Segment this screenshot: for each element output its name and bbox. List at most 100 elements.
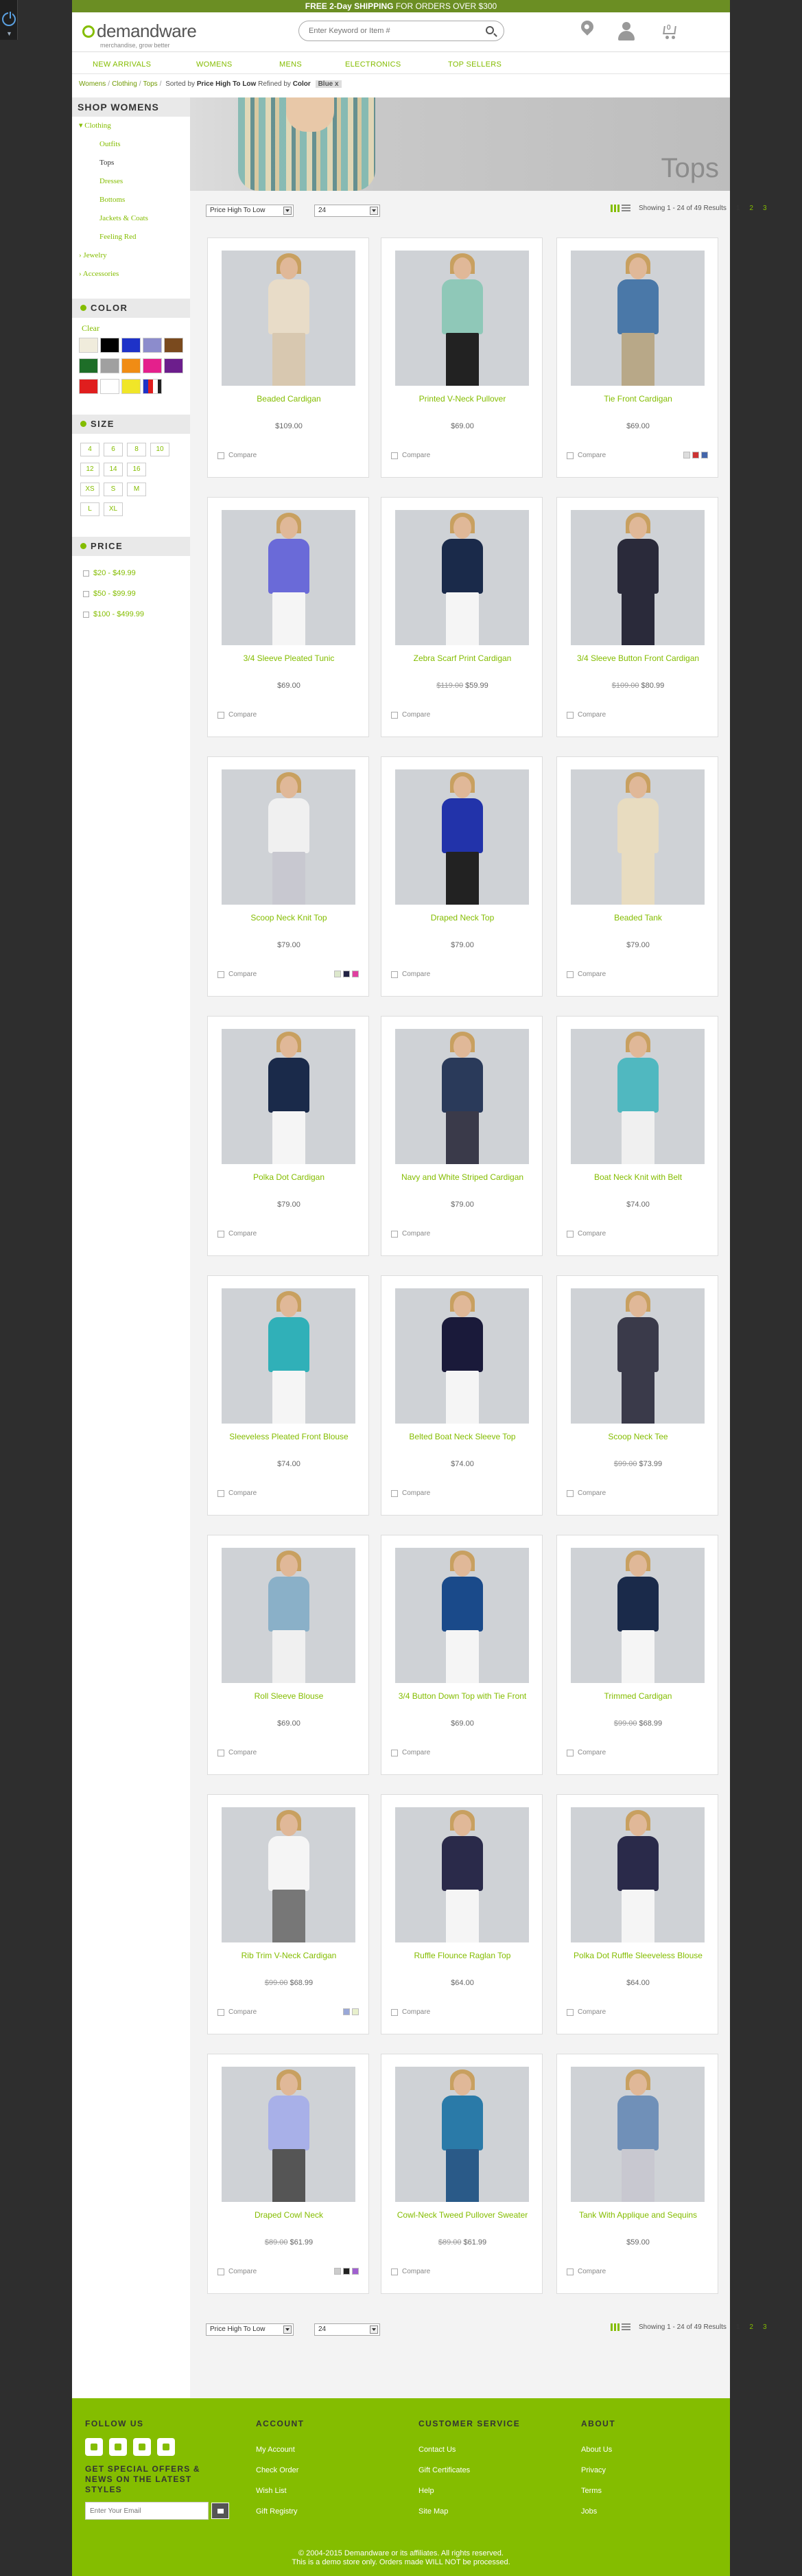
- product-name[interactable]: Sleeveless Pleated Front Blouse: [215, 1431, 363, 1442]
- checkbox[interactable]: [567, 452, 574, 459]
- breadcrumb-tops[interactable]: Tops: [143, 80, 158, 88]
- email-field[interactable]: [85, 2502, 209, 2520]
- product-name[interactable]: Beaded Tank: [564, 912, 712, 923]
- sidebar-category[interactable]: › Accessories: [72, 265, 190, 283]
- color-swatch[interactable]: [100, 379, 119, 394]
- checkbox[interactable]: [217, 1230, 224, 1238]
- price-option[interactable]: $50 - $99.99: [83, 583, 190, 604]
- product-image[interactable]: [222, 510, 355, 645]
- clear-color-link[interactable]: Clear: [72, 318, 190, 334]
- price-option[interactable]: $20 - $49.99: [83, 563, 190, 583]
- product-name[interactable]: Cowl-Neck Tweed Pullover Sweater: [388, 2209, 536, 2220]
- chevron-down-icon[interactable]: ▼: [6, 30, 12, 37]
- footer-link[interactable]: My Account: [256, 2439, 305, 2460]
- checkbox[interactable]: [567, 1749, 574, 1756]
- checkbox[interactable]: [391, 971, 398, 978]
- grid-view-icon[interactable]: [611, 205, 620, 212]
- color-swatch[interactable]: [164, 338, 183, 353]
- footer-link[interactable]: Gift Registry: [256, 2501, 305, 2522]
- checkbox[interactable]: [391, 2008, 398, 2016]
- sidebar-category[interactable]: Feeling Red: [72, 228, 190, 246]
- size-option[interactable]: 8: [127, 443, 146, 456]
- color-swatch[interactable]: [100, 338, 119, 353]
- color-swatch[interactable]: [79, 338, 98, 353]
- sidebar-category[interactable]: Dresses: [72, 172, 190, 191]
- product-tile[interactable]: Zebra Scarf Print Cardigan $119.00 $59.99 C…: [381, 497, 543, 737]
- nav-mens[interactable]: MENS: [279, 60, 302, 69]
- product-tile[interactable]: Cowl-Neck Tweed Pullover Sweater $89.00 $6…: [381, 2054, 543, 2294]
- power-icon[interactable]: [2, 10, 16, 26]
- product-name[interactable]: Rib Trim V-Neck Cardigan: [215, 1950, 363, 1961]
- product-tile[interactable]: Polka Dot Cardigan $79.00 Compare: [207, 1016, 369, 1256]
- product-image[interactable]: [571, 2067, 705, 2202]
- account-icon[interactable]: [617, 22, 635, 41]
- compare-checkbox[interactable]: Compare: [391, 971, 430, 978]
- compare-checkbox[interactable]: Compare: [217, 452, 257, 459]
- product-tile[interactable]: Ruffle Flounce Raglan Top $64.00 Compare: [381, 1794, 543, 2034]
- size-option[interactable]: XS: [80, 483, 99, 496]
- browser-side-tab[interactable]: ▼: [0, 0, 18, 40]
- product-image[interactable]: [222, 769, 355, 905]
- remove-refinement-icon[interactable]: x: [335, 80, 339, 88]
- product-name[interactable]: Boat Neck Knit with Belt: [564, 1172, 712, 1183]
- checkbox[interactable]: [217, 452, 224, 459]
- product-image[interactable]: [222, 1288, 355, 1424]
- color-chip[interactable]: [334, 971, 341, 977]
- compare-checkbox[interactable]: Compare: [217, 971, 257, 978]
- footer-link[interactable]: Site Map: [418, 2501, 520, 2522]
- product-name[interactable]: Scoop Neck Tee: [564, 1431, 712, 1442]
- compare-checkbox[interactable]: Compare: [567, 711, 606, 719]
- compare-checkbox[interactable]: Compare: [391, 2008, 430, 2016]
- nav-new-arrivals[interactable]: NEW ARRIVALS: [93, 60, 151, 69]
- footer-link[interactable]: About Us: [581, 2439, 615, 2460]
- product-tile[interactable]: Draped Neck Top $79.00 Compare: [381, 756, 543, 997]
- compare-checkbox[interactable]: Compare: [217, 1489, 257, 1497]
- footer-link[interactable]: Contact Us: [418, 2439, 520, 2460]
- product-tile[interactable]: Scoop Neck Knit Top $79.00 Compare: [207, 756, 369, 997]
- product-tile[interactable]: Rib Trim V-Neck Cardigan $99.00 $68.99 Comp…: [207, 1794, 369, 2034]
- compare-checkbox[interactable]: Compare: [567, 2008, 606, 2016]
- product-name[interactable]: Polka Dot Ruffle Sleeveless Blouse: [564, 1950, 712, 1961]
- checkbox[interactable]: [391, 1230, 398, 1238]
- size-facet-header[interactable]: SIZE: [72, 415, 190, 434]
- product-tile[interactable]: Navy and White Striped Cardigan $79.00 Com…: [381, 1016, 543, 1256]
- color-swatch[interactable]: [79, 358, 98, 373]
- footer-link[interactable]: Terms: [581, 2481, 615, 2501]
- product-tile[interactable]: Scoop Neck Tee $99.00 $73.99 Compare: [556, 1275, 718, 1516]
- checkbox[interactable]: [217, 1749, 224, 1756]
- page-1[interactable]: 1: [736, 205, 740, 212]
- product-image[interactable]: [222, 1029, 355, 1164]
- sidebar-category[interactable]: › Jewelry: [72, 246, 190, 265]
- youtube-icon[interactable]: [157, 2438, 175, 2456]
- product-name[interactable]: Beaded Cardigan: [215, 393, 363, 404]
- color-swatch[interactable]: [143, 338, 162, 353]
- checkbox[interactable]: [567, 1230, 574, 1238]
- product-tile[interactable]: 3/4 Button Down Top with Tie Front $69.00…: [381, 1535, 543, 1775]
- footer-link[interactable]: Privacy: [581, 2460, 615, 2481]
- subscribe-button[interactable]: [211, 2503, 229, 2519]
- size-option[interactable]: XL: [104, 502, 123, 516]
- color-chip[interactable]: [701, 452, 708, 459]
- checkbox[interactable]: [217, 971, 224, 978]
- miscellaneous-color-swatch[interactable]: [143, 379, 162, 394]
- product-image[interactable]: [571, 1807, 705, 1942]
- checkbox[interactable]: [567, 971, 574, 978]
- product-name[interactable]: 3/4 Sleeve Button Front Cardigan: [564, 653, 712, 664]
- footer-link[interactable]: Wish List: [256, 2481, 305, 2501]
- size-option[interactable]: 16: [127, 463, 146, 476]
- product-tile[interactable]: Beaded Tank $79.00 Compare: [556, 756, 718, 997]
- compare-checkbox[interactable]: Compare: [391, 2268, 430, 2275]
- compare-checkbox[interactable]: Compare: [217, 2008, 257, 2016]
- product-tile[interactable]: Sleeveless Pleated Front Blouse $74.00 Com…: [207, 1275, 369, 1516]
- checkbox[interactable]: [567, 711, 574, 719]
- per-page-select[interactable]: 24: [314, 205, 380, 217]
- logo[interactable]: demandware merchandise, grow better: [82, 21, 197, 49]
- checkbox[interactable]: [217, 1489, 224, 1497]
- compare-checkbox[interactable]: Compare: [567, 1749, 606, 1756]
- product-tile[interactable]: Trimmed Cardigan $99.00 $68.99 Compare: [556, 1535, 718, 1775]
- footer-link[interactable]: Help: [418, 2481, 520, 2501]
- product-name[interactable]: Roll Sleeve Blouse: [215, 1691, 363, 1702]
- product-tile[interactable]: Roll Sleeve Blouse $69.00 Compare: [207, 1535, 369, 1775]
- compare-checkbox[interactable]: Compare: [217, 1230, 257, 1238]
- product-name[interactable]: Draped Neck Top: [388, 912, 536, 923]
